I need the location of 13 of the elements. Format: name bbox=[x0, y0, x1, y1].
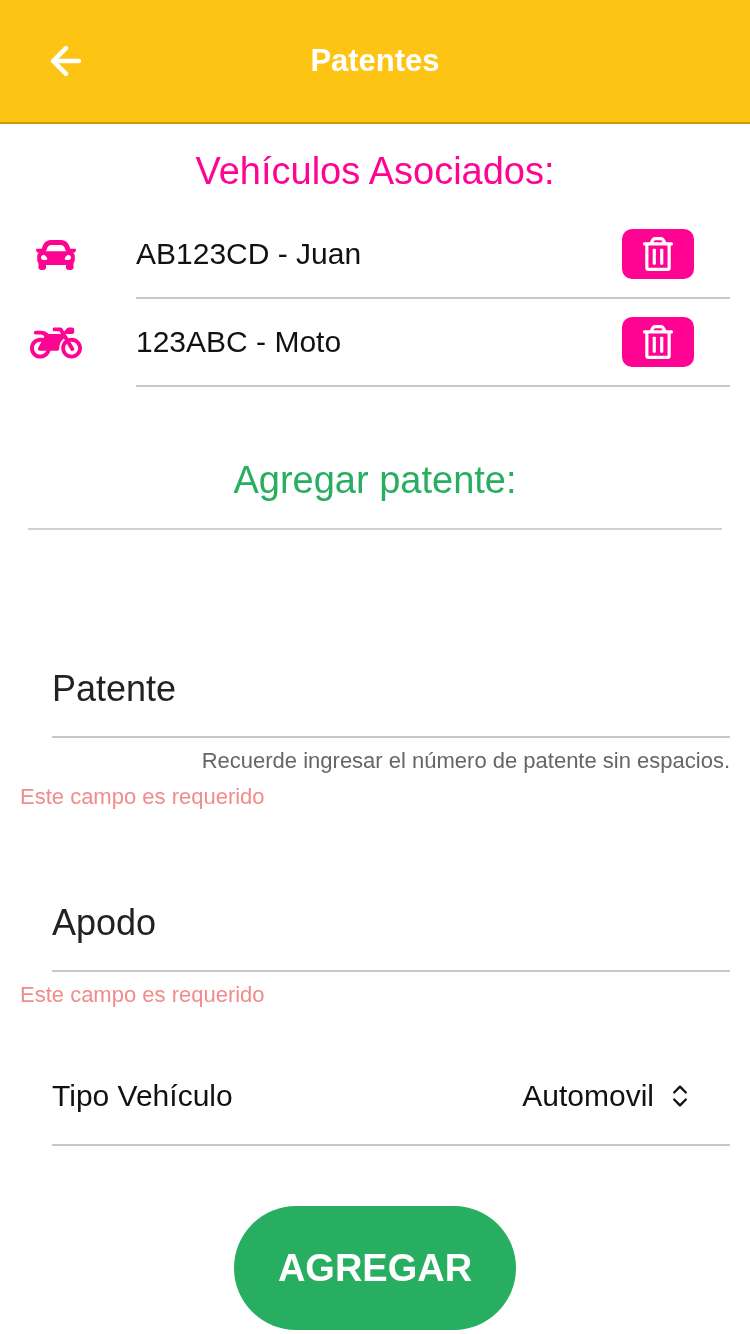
vehicle-label: AB123CD - Juan bbox=[136, 237, 362, 271]
trash-icon bbox=[641, 325, 675, 359]
delete-button[interactable] bbox=[622, 229, 694, 279]
delete-button[interactable] bbox=[622, 317, 694, 367]
page-title: Patentes bbox=[310, 43, 440, 79]
error-message: Este campo es requerido bbox=[20, 784, 266, 810]
section-title: Vehículos Asociados: bbox=[194, 150, 556, 193]
section-title: Agregar patente: bbox=[232, 459, 518, 502]
trash-icon bbox=[641, 237, 675, 271]
field-hint: Recuerde ingresar el número de patente sin espacios. bbox=[200, 748, 731, 774]
vehicle-type-select[interactable]: Tipo Vehículo Automovil bbox=[52, 1048, 730, 1146]
vehicle-label: 123ABC - Moto bbox=[136, 325, 342, 359]
error-message: Este campo es requerido bbox=[20, 982, 266, 1008]
